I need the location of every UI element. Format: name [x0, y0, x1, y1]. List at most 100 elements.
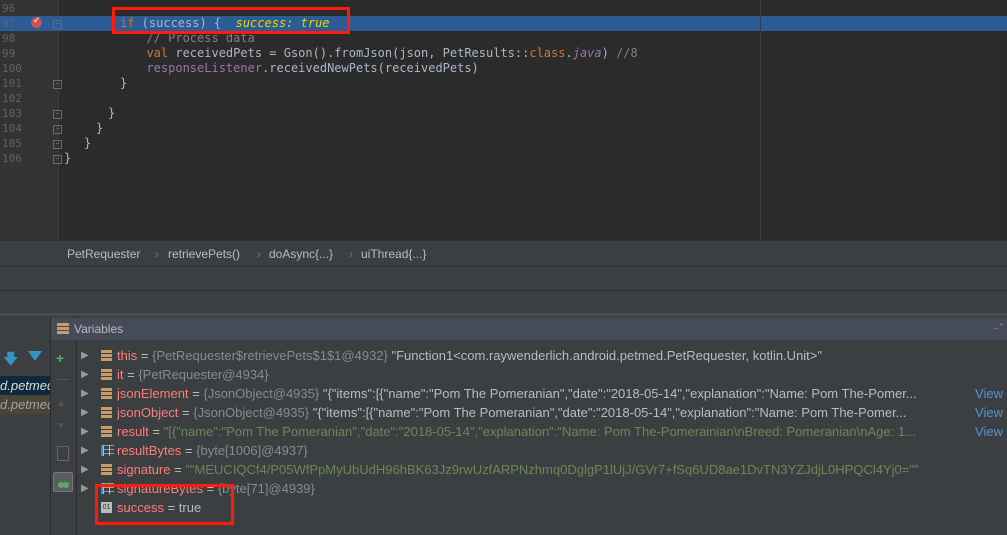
view-link[interactable]: View	[973, 403, 1003, 422]
code-line[interactable]: 106}	[0, 151, 1007, 166]
copy-icon[interactable]	[57, 446, 69, 461]
pin-icon[interactable]: →"	[991, 322, 1003, 332]
variable-name: resultBytes	[117, 443, 182, 458]
variable-value: "{"items":[{"name":"Pom The Pomeranian",…	[319, 386, 917, 401]
variable-type: {PetRequester@4934}	[138, 367, 269, 382]
code-line[interactable]: 102	[0, 91, 1007, 106]
breadcrumb-item[interactable]: uiThread{...}	[361, 247, 426, 261]
array-type-icon	[101, 445, 114, 456]
move-down-icon[interactable]: ▼	[56, 421, 66, 432]
code-line[interactable]: 99 val receivedPets = Gson().fromJson(js…	[0, 46, 1007, 61]
variable-row[interactable]: ▶ resultBytes = {byte[1006]@4937}	[77, 441, 1007, 460]
line-number: 96	[2, 2, 16, 15]
fold-icon[interactable]: −	[53, 125, 62, 134]
line-number: 97	[2, 17, 16, 30]
variable-row[interactable]: ▶ result = "[{"name":"Pom The Pomeranian"…	[77, 422, 1007, 441]
breadcrumb-item[interactable]: doAsync{...}	[269, 247, 333, 261]
chevron-right-icon: ›	[349, 247, 353, 261]
code-token: receivedPets = Gson().fromJson(json, Pet…	[168, 46, 530, 60]
remove-watch-icon[interactable]	[57, 379, 69, 380]
variable-name: signature	[117, 462, 171, 477]
variable-type: {PetRequester$retrievePets$1$1@4932}	[152, 348, 388, 363]
expand-icon[interactable]: ▶	[81, 441, 89, 460]
expand-icon[interactable]: ▶	[81, 479, 89, 498]
variable-name: jsonObject	[117, 405, 179, 420]
line-number: 98	[2, 32, 16, 45]
fold-icon[interactable]: −	[53, 80, 62, 89]
frame-item[interactable]: d.petmed	[0, 376, 50, 395]
breakpoint-icon[interactable]	[31, 15, 42, 28]
view-link[interactable]: View	[973, 384, 1003, 403]
frame-item[interactable]: d.petmed	[0, 395, 50, 414]
variable-row[interactable]: ▶ it = {PetRequester@4934}	[77, 365, 1007, 384]
code-token: //8	[616, 46, 638, 60]
line-number: 106	[2, 152, 22, 165]
line-number: 101	[2, 77, 22, 90]
field-type-icon	[101, 464, 112, 475]
line-number: 100	[2, 62, 22, 75]
fold-icon[interactable]: −	[53, 155, 62, 164]
variable-value: "[{"name":"Pom The Pomeranian","date":"2…	[163, 424, 916, 439]
variable-type: {JsonObject@4935}	[193, 405, 310, 420]
code-editor[interactable]: 96 97 if (success) { success: true 98 // Pr…	[0, 0, 1007, 240]
chevron-right-icon: ›	[257, 247, 261, 261]
code-text: }	[84, 136, 91, 151]
variable-value: "{"items":[{"name":"Pom The Pomeranian",…	[309, 405, 907, 420]
code-line[interactable]: 103}	[0, 106, 1007, 121]
line-number: 105	[2, 137, 22, 150]
highlight-box-inline-value	[112, 7, 350, 34]
expand-icon[interactable]: ▶	[81, 346, 89, 365]
fold-icon[interactable]: −	[53, 140, 62, 149]
fold-icon[interactable]: −	[53, 20, 62, 29]
arrow-down-icon[interactable]: 🡇	[3, 349, 18, 374]
field-type-icon	[101, 407, 112, 418]
code-token: java	[572, 46, 602, 60]
show-watches-icon[interactable]	[53, 472, 73, 492]
variable-row[interactable]: ▶ signature = ""MEUCIQCf4/P05WfPpMyUbUdH9…	[77, 460, 1007, 479]
divider	[0, 290, 1007, 291]
variable-row[interactable]: ▶ jsonElement = {JsonObject@4935} "{"item…	[77, 384, 1007, 403]
breadcrumb-item[interactable]: PetRequester	[67, 247, 140, 261]
line-number: 102	[2, 92, 22, 105]
code-line[interactable]: 100 responseListener.receivedNewPets(rec…	[0, 61, 1007, 76]
line-number: 103	[2, 107, 22, 120]
filter-icon[interactable]	[28, 351, 42, 361]
new-watch-icon[interactable]: +	[56, 350, 64, 366]
code-text: responseListener.receivedNewPets(receive…	[132, 61, 479, 76]
variables-icon	[57, 323, 69, 334]
code-line[interactable]: 101}	[0, 76, 1007, 91]
code-token: .receivedNewPets(receivedPets)	[262, 61, 479, 75]
variable-row[interactable]: ▶ this = {PetRequester$retrievePets$1$1@4…	[77, 346, 1007, 365]
debug-toolbar-area	[0, 266, 1007, 313]
code-token: }	[84, 136, 92, 150]
variable-type: {byte[1006]@4937}	[196, 443, 308, 458]
field-type-icon	[101, 350, 112, 361]
code-token: )	[601, 46, 617, 60]
code-token: }	[96, 121, 104, 135]
expand-icon[interactable]: ▶	[81, 422, 89, 441]
move-up-icon[interactable]: ▲	[56, 398, 66, 409]
line-number: 99	[2, 47, 16, 60]
expand-icon[interactable]: ▶	[81, 460, 89, 479]
expand-icon[interactable]: ▶	[81, 365, 89, 384]
variable-row[interactable]: ▶ jsonObject = {JsonObject@4935} "{"items…	[77, 403, 1007, 422]
code-text: val receivedPets = Gson().fromJson(json,…	[132, 46, 638, 61]
code-token: responseListener	[132, 61, 263, 75]
breadcrumb-item[interactable]: retrievePets()	[168, 247, 240, 261]
variable-value: "Function1<com.raywenderlich.android.pet…	[387, 348, 823, 363]
code-token: }	[64, 151, 72, 165]
expand-icon[interactable]: ▶	[81, 384, 89, 403]
variable-name: it	[117, 367, 124, 382]
view-link[interactable]: View	[973, 422, 1003, 441]
right-margin-guide	[760, 0, 761, 240]
code-line[interactable]: 104}	[0, 121, 1007, 136]
frames-panel: 🡇 d.petmed d.petmed	[0, 316, 51, 535]
code-text: }	[108, 106, 115, 121]
field-type-icon	[101, 388, 112, 399]
fold-icon[interactable]: −	[53, 110, 62, 119]
code-token: .	[565, 46, 573, 60]
variable-name: result	[117, 424, 149, 439]
code-line[interactable]: 105}	[0, 136, 1007, 151]
variable-type: {JsonObject@4935}	[203, 386, 320, 401]
expand-icon[interactable]: ▶	[81, 403, 89, 422]
